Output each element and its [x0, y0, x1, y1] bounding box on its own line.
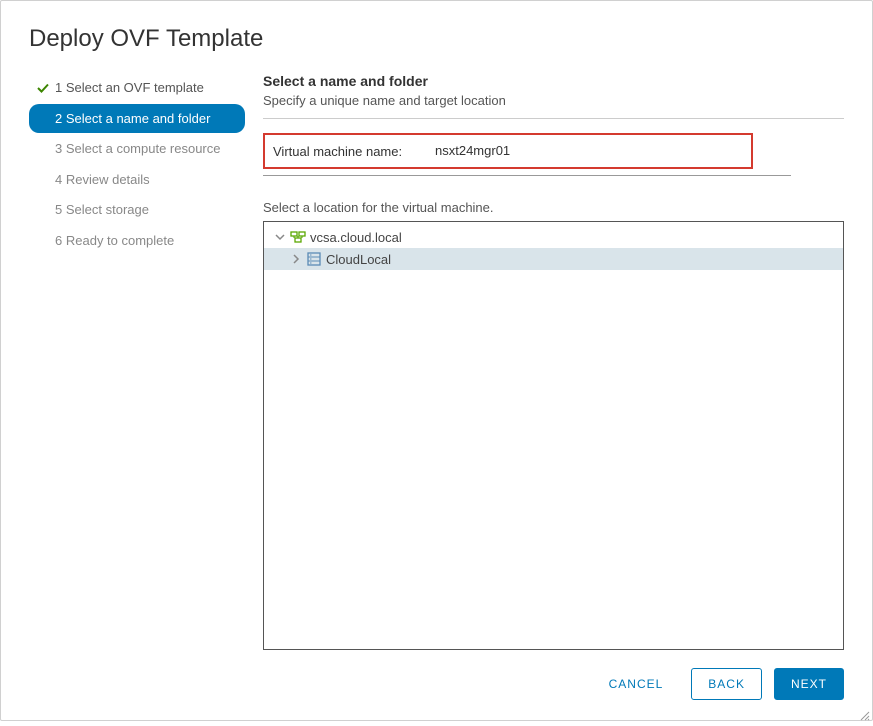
step-3-select-compute: 3 Select a compute resource [29, 134, 245, 164]
divider [263, 118, 844, 119]
vm-name-input[interactable] [433, 141, 743, 161]
dialog-body: 1 Select an OVF template 2 Select a name… [29, 73, 844, 650]
resize-grip-icon[interactable] [860, 708, 870, 718]
step-6-ready-complete: 6 Ready to complete [29, 226, 245, 256]
chevron-down-icon[interactable] [274, 231, 286, 243]
step-2-select-name-folder[interactable]: 2 Select a name and folder [29, 104, 245, 134]
step-label: 2 Select a name and folder [55, 111, 210, 126]
step-label: 1 Select an OVF template [55, 80, 204, 95]
datacenter-icon [306, 251, 322, 267]
wizard-steps: 1 Select an OVF template 2 Select a name… [29, 73, 245, 650]
check-icon [37, 80, 49, 92]
tree-label: vcsa.cloud.local [310, 230, 402, 245]
chevron-right-icon[interactable] [290, 253, 302, 265]
vm-name-row: Virtual machine name: [263, 133, 753, 169]
step-4-review-details: 4 Review details [29, 165, 245, 195]
section-subtitle: Specify a unique name and target locatio… [263, 93, 844, 108]
next-button[interactable]: NEXT [774, 668, 844, 700]
tree-label: CloudLocal [326, 252, 391, 267]
dialog-title: Deploy OVF Template [29, 25, 844, 53]
input-underline [263, 175, 791, 176]
content-pane: Select a name and folder Specify a uniqu… [263, 73, 844, 650]
step-label: 4 Review details [55, 172, 150, 187]
deploy-ovf-dialog: Deploy OVF Template 1 Select an OVF temp… [1, 1, 872, 720]
location-tree[interactable]: vcsa.cloud.local [263, 221, 844, 650]
step-label: 5 Select storage [55, 202, 149, 217]
step-1-select-ovf[interactable]: 1 Select an OVF template [29, 73, 245, 103]
back-button[interactable]: BACK [691, 668, 762, 700]
tree-node-vcsa[interactable]: vcsa.cloud.local [264, 226, 843, 248]
step-5-select-storage: 5 Select storage [29, 195, 245, 225]
tree-node-cloudlocal[interactable]: CloudLocal [264, 248, 843, 270]
vm-name-label: Virtual machine name: [273, 144, 433, 159]
section-title: Select a name and folder [263, 73, 844, 89]
dialog-footer: CANCEL BACK NEXT [29, 650, 844, 700]
location-label: Select a location for the virtual machin… [263, 200, 844, 215]
step-label: 6 Ready to complete [55, 233, 174, 248]
cancel-button[interactable]: CANCEL [593, 669, 680, 699]
vcenter-icon [290, 229, 306, 245]
step-label: 3 Select a compute resource [55, 141, 221, 156]
